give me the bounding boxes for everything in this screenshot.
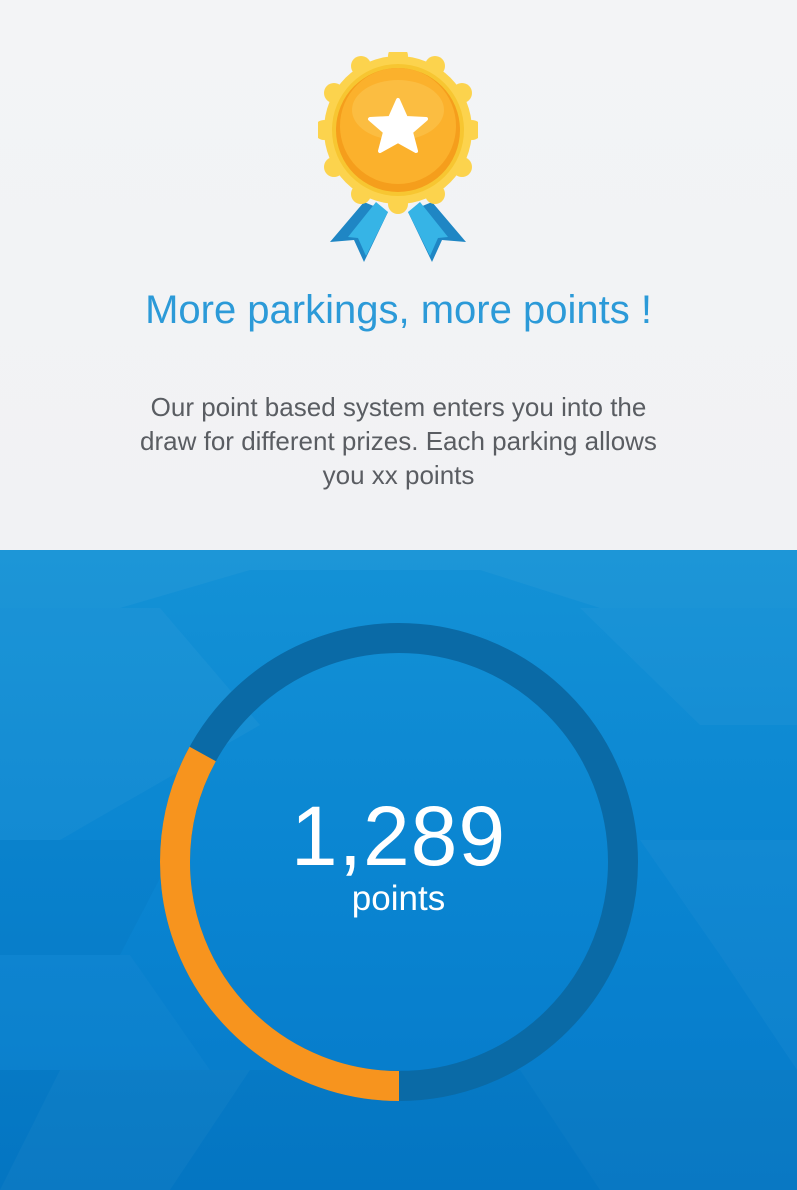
points-value: 1,289 bbox=[290, 789, 507, 883]
intro-section: More parkings, more points ! Our point b… bbox=[0, 0, 797, 550]
points-unit-label: points bbox=[351, 879, 446, 918]
medal bbox=[318, 52, 478, 214]
page-title: More parkings, more points ! bbox=[145, 288, 652, 332]
description-text: Our point based system enters you into t… bbox=[140, 392, 657, 490]
points-section: 1,289 points bbox=[0, 550, 797, 1190]
points-screen: More parkings, more points ! Our point b… bbox=[0, 0, 797, 1190]
award-ribbon-star-icon bbox=[318, 52, 478, 262]
